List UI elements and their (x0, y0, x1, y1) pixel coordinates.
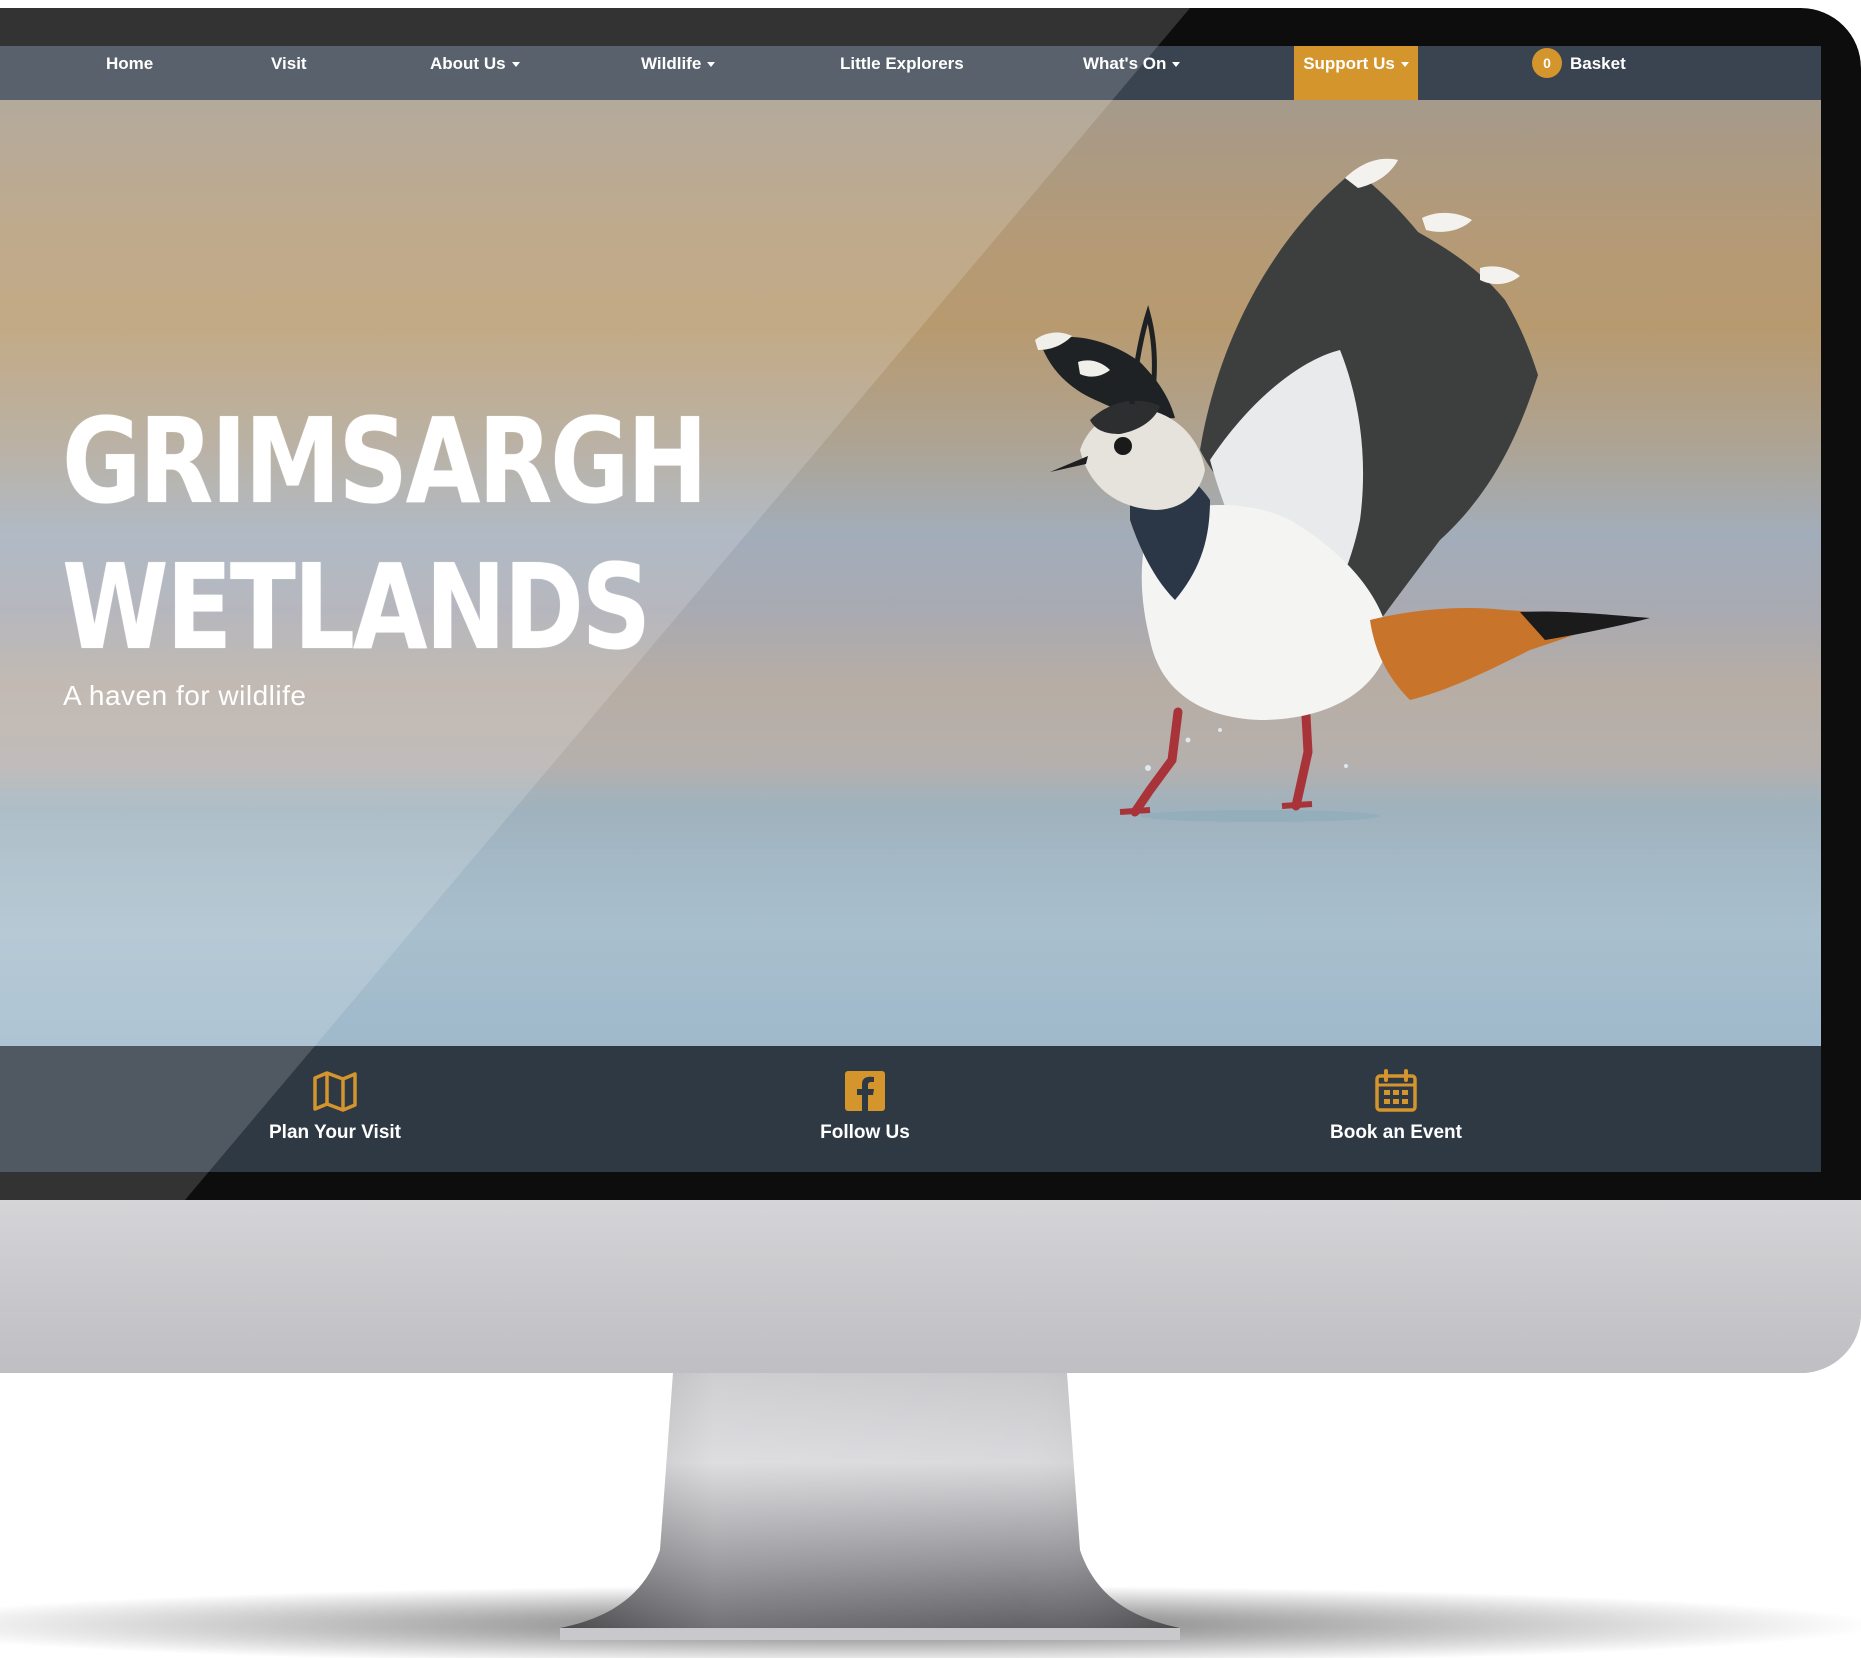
monitor-stand (0, 1373, 1861, 1658)
monitor-mockup: Home Visit About Us Wildlife Little Expl… (0, 0, 1861, 1658)
